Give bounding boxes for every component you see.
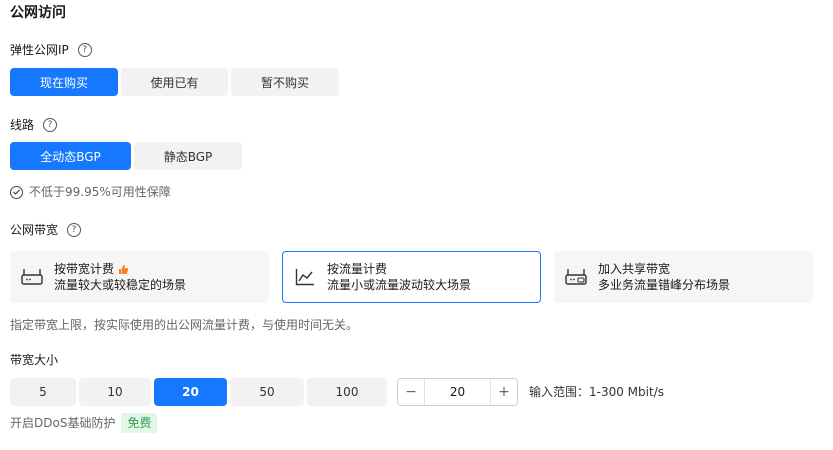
- free-badge: 免费: [121, 413, 158, 433]
- increment-button[interactable]: +: [491, 379, 517, 405]
- bandwidth-option-20[interactable]: 20: [154, 378, 227, 406]
- billing-label-row: 公网带宽 ?: [10, 222, 82, 238]
- thumbs-up-icon: [118, 264, 129, 275]
- line-option-static-bgp[interactable]: 静态BGP: [134, 142, 242, 170]
- range-text: 输入范围：1-300 Mbit/s: [529, 385, 664, 399]
- router-icon: [19, 265, 45, 289]
- bandwidth-option-5[interactable]: 5: [10, 378, 76, 406]
- help-icon[interactable]: ?: [67, 223, 82, 237]
- bandwidth-option-50[interactable]: 50: [230, 378, 304, 406]
- card-desc: 多业务流量错峰分布场景: [598, 278, 731, 292]
- billing-card-shared-bandwidth[interactable]: 加入共享带宽 多业务流量错峰分布场景: [554, 251, 813, 303]
- help-icon[interactable]: ?: [43, 118, 58, 132]
- card-title: 按带宽计费: [54, 262, 115, 276]
- card-title: 加入共享带宽: [598, 262, 671, 276]
- line-label: 线路: [10, 118, 35, 132]
- sla-note-text: 不低于99.95%可用性保障: [29, 185, 171, 199]
- card-title: 按流量计费: [327, 262, 388, 276]
- sla-note: 不低于99.95%可用性保障: [10, 184, 171, 200]
- billing-card-by-bandwidth[interactable]: 按带宽计费 流量较大或较稳定的场景: [10, 251, 269, 303]
- eip-label-row: 弹性公网IP ?: [10, 42, 92, 58]
- line-segment: 全动态BGP 静态BGP: [10, 142, 242, 170]
- section-title: 公网访问: [10, 5, 66, 21]
- eip-option-buy-now[interactable]: 现在购买: [10, 68, 118, 96]
- shared-router-icon: [563, 265, 589, 289]
- billing-label: 公网带宽: [10, 223, 59, 237]
- line-option-dynamic-bgp[interactable]: 全动态BGP: [10, 142, 131, 170]
- ddos-label: 开启DDoS基础防护: [10, 416, 116, 430]
- line-label-row: 线路 ?: [10, 117, 58, 133]
- eip-option-not-now[interactable]: 暂不购买: [231, 68, 339, 96]
- bandwidth-input[interactable]: 20: [424, 379, 491, 405]
- check-circle-icon: [10, 185, 23, 199]
- eip-option-use-existing[interactable]: 使用已有: [121, 68, 228, 96]
- bandwidth-segment: 5 10 20 50 100: [10, 378, 387, 406]
- eip-label: 弹性公网IP: [10, 43, 69, 57]
- card-desc: 流量较大或较稳定的场景: [54, 278, 187, 292]
- bandwidth-stepper[interactable]: − 20 +: [397, 378, 518, 406]
- billing-note: 指定带宽上限，按实际使用的出公网流量计费，与使用时间无关。: [10, 318, 359, 332]
- card-desc: 流量小或流量波动较大场景: [327, 278, 472, 292]
- ddos-row: 开启DDoS基础防护 免费: [10, 413, 158, 433]
- bandwidth-option-10[interactable]: 10: [79, 378, 151, 406]
- bandwidth-option-100[interactable]: 100: [307, 378, 387, 406]
- line-chart-icon: [292, 265, 318, 289]
- decrement-button[interactable]: −: [398, 379, 424, 405]
- billing-card-by-traffic[interactable]: 按流量计费 流量小或流量波动较大场景: [282, 251, 541, 303]
- bandwidth-label: 带宽大小: [10, 353, 59, 367]
- help-icon[interactable]: ?: [77, 43, 92, 57]
- eip-segment: 现在购买 使用已有 暂不购买: [10, 68, 339, 96]
